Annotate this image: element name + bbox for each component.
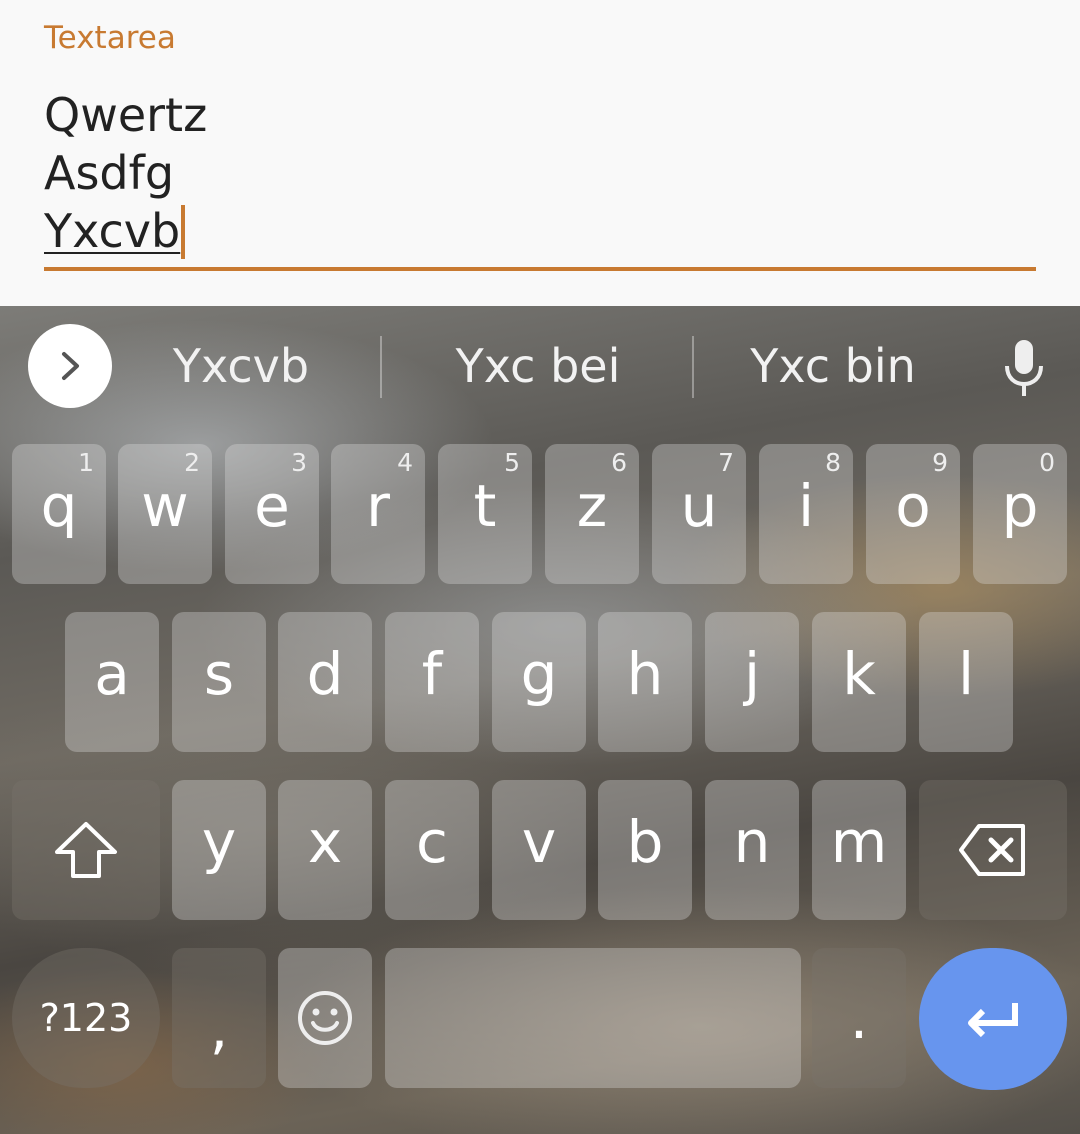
key-label: ,	[209, 994, 229, 1062]
key-label: t	[473, 472, 497, 540]
key-z[interactable]: 6z	[545, 444, 639, 584]
key-label: q	[40, 472, 78, 540]
backspace-key[interactable]	[919, 780, 1067, 920]
emoji-icon	[298, 991, 352, 1045]
key-h[interactable]: h	[598, 612, 692, 752]
key-label: e	[254, 472, 290, 540]
key-label: v	[521, 808, 557, 876]
key-label: a	[94, 640, 130, 708]
key-i[interactable]: 8i	[759, 444, 853, 584]
shift-key[interactable]	[12, 780, 160, 920]
shift-icon	[55, 822, 117, 878]
emoji-key[interactable]	[278, 948, 372, 1088]
key-label: o	[895, 472, 931, 540]
key-label: i	[797, 472, 815, 540]
textarea-input[interactable]: Qwertz Asdfg Yxcvb	[44, 86, 207, 260]
key-label: s	[203, 640, 235, 708]
key-label: d	[306, 640, 344, 708]
key-label: u	[680, 472, 718, 540]
textarea-line: Asdfg	[44, 146, 175, 200]
space-key[interactable]	[385, 948, 801, 1088]
text-caret	[181, 205, 186, 259]
key-q[interactable]: 1q	[12, 444, 106, 584]
key-t[interactable]: 5t	[438, 444, 532, 584]
key-label: j	[743, 640, 761, 708]
key-label: r	[366, 472, 390, 540]
microphone-icon	[1005, 340, 1043, 396]
textarea-line: Qwertz	[44, 88, 208, 142]
textarea-label: Textarea	[44, 20, 176, 56]
enter-icon	[968, 1003, 1018, 1038]
key-u[interactable]: 7u	[652, 444, 746, 584]
key-label: p	[1001, 472, 1039, 540]
key-r[interactable]: 4r	[331, 444, 425, 584]
key-x[interactable]: x	[278, 780, 372, 920]
key-label: n	[733, 808, 771, 876]
voice-input-button[interactable]	[996, 336, 1052, 402]
key-v[interactable]: v	[492, 780, 586, 920]
key-label: l	[957, 640, 975, 708]
key-s[interactable]: s	[172, 612, 266, 752]
key-b[interactable]: b	[598, 780, 692, 920]
textarea-container[interactable]: Textarea Qwertz Asdfg Yxcvb	[0, 0, 1080, 306]
key-c[interactable]: c	[385, 780, 479, 920]
suggestion-item[interactable]: Yxc bei	[410, 334, 666, 398]
key-w[interactable]: 2w	[118, 444, 212, 584]
key-comma[interactable]: ,	[172, 948, 266, 1088]
on-screen-keyboard: Yxcvb Yxc bei Yxc bin 1q 2w 3e 4r 5t 6z …	[0, 306, 1080, 1134]
textarea-line-current: Yxcvb	[44, 204, 181, 258]
key-label: b	[626, 808, 664, 876]
key-label: m	[830, 808, 888, 876]
textarea-underline	[44, 267, 1036, 271]
suggestion-bar: Yxcvb Yxc bei Yxc bin	[0, 306, 1080, 426]
key-label: x	[307, 808, 343, 876]
suggestion-divider	[380, 336, 382, 398]
key-j[interactable]: j	[705, 612, 799, 752]
key-a[interactable]: a	[65, 612, 159, 752]
key-label: w	[141, 472, 189, 540]
suggestion-item[interactable]: Yxcvb	[140, 334, 342, 398]
suggestion-item[interactable]: Yxc bin	[720, 334, 946, 398]
chevron-right-icon	[62, 352, 79, 380]
symbols-key[interactable]: ?123	[12, 948, 160, 1088]
key-f[interactable]: f	[385, 612, 479, 752]
key-label: f	[421, 640, 443, 708]
key-label: k	[842, 640, 876, 708]
backspace-icon	[959, 824, 1025, 876]
key-label: ?123	[39, 996, 133, 1040]
key-o[interactable]: 9o	[866, 444, 960, 584]
key-label: g	[520, 640, 558, 708]
key-period[interactable]: .	[812, 948, 906, 1088]
key-label: c	[416, 808, 448, 876]
key-m[interactable]: m	[812, 780, 906, 920]
key-label: z	[576, 472, 608, 540]
key-e[interactable]: 3e	[225, 444, 319, 584]
key-k[interactable]: k	[812, 612, 906, 752]
key-label: y	[201, 808, 237, 876]
key-label: .	[849, 984, 869, 1052]
key-d[interactable]: d	[278, 612, 372, 752]
key-label: h	[626, 640, 664, 708]
key-g[interactable]: g	[492, 612, 586, 752]
suggestion-divider	[692, 336, 694, 398]
key-p[interactable]: 0p	[973, 444, 1067, 584]
enter-key[interactable]	[919, 948, 1067, 1090]
key-l[interactable]: l	[919, 612, 1013, 752]
key-n[interactable]: n	[705, 780, 799, 920]
key-y[interactable]: y	[172, 780, 266, 920]
expand-toolbar-button[interactable]	[28, 324, 112, 408]
